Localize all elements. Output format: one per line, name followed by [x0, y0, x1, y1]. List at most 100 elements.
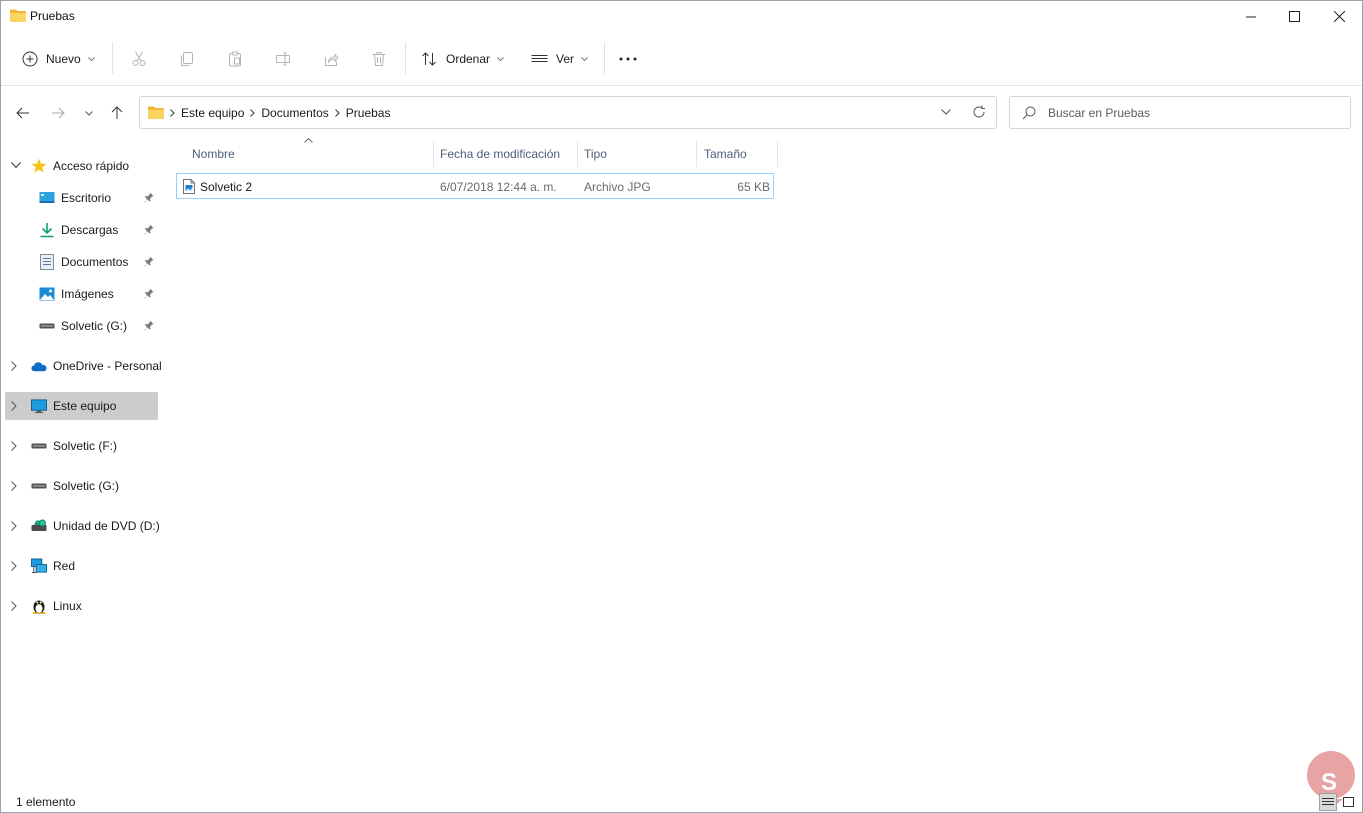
column-header-type[interactable]: Tipo: [584, 141, 692, 167]
sidebar-item-dvd[interactable]: Unidad de DVD (D:): [5, 512, 160, 540]
window-title: Pruebas: [30, 9, 75, 23]
sidebar-item-escritorio[interactable]: Escritorio: [5, 184, 158, 212]
sidebar-item-documentos[interactable]: Documentos: [5, 248, 158, 276]
sidebar-item-label: Linux: [53, 599, 82, 613]
column-divider[interactable]: [777, 141, 778, 167]
sidebar-item-solvetic-g[interactable]: Solvetic (G:): [5, 472, 158, 500]
close-button[interactable]: [1316, 1, 1362, 32]
drive-icon: [31, 478, 47, 494]
chevron-right-icon: [11, 401, 17, 411]
pin-icon: [144, 320, 154, 331]
chevron-right-icon: [170, 109, 175, 117]
pin-icon: [144, 224, 154, 235]
cloud-icon: [31, 358, 47, 374]
minimize-icon: [1246, 16, 1256, 17]
maximize-icon: [1288, 11, 1300, 22]
computer-icon: [31, 398, 47, 414]
paste-button[interactable]: [222, 47, 248, 71]
scissors-icon: [132, 51, 146, 66]
toolbar-divider: [112, 42, 113, 74]
sidebar-item-quick-access[interactable]: Acceso rápido: [5, 152, 158, 180]
sort-button[interactable]: Ordenar: [421, 45, 504, 73]
column-header-size[interactable]: Tamaño: [704, 141, 774, 167]
copy-icon: [181, 52, 193, 66]
sidebar-item-label: OneDrive - Personal: [53, 359, 162, 373]
delete-button[interactable]: [366, 47, 392, 71]
cut-button[interactable]: [126, 47, 152, 71]
share-button[interactable]: [318, 47, 344, 71]
file-date: 6/07/2018 12:44 a. m.: [440, 180, 557, 194]
back-button[interactable]: [13, 103, 33, 123]
search-icon: [1022, 106, 1036, 120]
address-history-button[interactable]: [940, 106, 952, 121]
star-icon: [31, 158, 47, 174]
new-label: Nuevo: [46, 52, 81, 66]
sidebar-item-red[interactable]: Red: [5, 552, 158, 580]
search-box[interactable]: [1009, 96, 1351, 129]
new-button[interactable]: Nuevo: [22, 45, 95, 73]
sidebar-item-descargas[interactable]: Descargas: [5, 216, 158, 244]
up-button[interactable]: [107, 103, 127, 123]
sidebar-item-label: Acceso rápido: [53, 159, 130, 173]
column-divider[interactable]: [577, 141, 578, 167]
column-divider[interactable]: [433, 141, 434, 167]
breadcrumb: Este equipo Documentos Pruebas: [170, 106, 390, 120]
clipboard-icon: [229, 51, 241, 67]
details-view-toggle[interactable]: [1319, 793, 1337, 811]
rename-button[interactable]: [270, 47, 296, 71]
arrow-up-icon: [111, 106, 123, 119]
arrow-left-icon: [16, 107, 29, 119]
minimize-button[interactable]: [1228, 1, 1274, 32]
maximize-button[interactable]: [1271, 1, 1317, 32]
sidebar-item-este-equipo[interactable]: Este equipo: [5, 392, 158, 420]
sidebar-item-label: Red: [53, 559, 76, 573]
drive-icon: [39, 318, 55, 334]
chevron-right-icon: [11, 601, 17, 611]
breadcrumb-item-pruebas[interactable]: Pruebas: [346, 106, 391, 120]
navigation-pane: Acceso rápido Escritorio Descargas Docum…: [1, 146, 166, 796]
refresh-icon: [973, 105, 985, 118]
sidebar-item-solvetic-g-pinned[interactable]: Solvetic (G:): [5, 312, 158, 340]
sidebar-item-solvetic-f[interactable]: Solvetic (F:): [5, 432, 158, 460]
file-row[interactable]: Solvetic 2 6/07/2018 12:44 a. m. Archivo…: [176, 173, 774, 199]
rename-icon: [276, 52, 290, 66]
forward-button[interactable]: [48, 103, 68, 123]
search-input[interactable]: [1048, 98, 1338, 127]
view-button[interactable]: Ver: [531, 45, 588, 73]
tiles-view-icon: [1342, 797, 1354, 807]
explorer-window: Pruebas Nuevo Ordenar Ver Este equipo Do…: [0, 0, 1363, 813]
recent-locations-button[interactable]: [79, 103, 99, 123]
pin-icon: [144, 288, 154, 299]
sidebar-item-onedrive[interactable]: OneDrive - Personal: [5, 352, 162, 380]
pictures-icon: [39, 286, 55, 302]
trash-icon: [372, 52, 386, 66]
tiles-view-toggle[interactable]: [1339, 793, 1357, 811]
close-icon: [1333, 11, 1345, 22]
chevron-down-icon: [581, 57, 588, 61]
chevron-down-icon: [87, 57, 95, 61]
column-divider[interactable]: [696, 141, 697, 167]
share-icon: [325, 53, 339, 66]
column-header-date[interactable]: Fecha de modificación: [440, 141, 574, 167]
title-bar[interactable]: Pruebas: [1, 1, 1362, 32]
copy-button[interactable]: [174, 47, 200, 71]
sidebar-item-imagenes[interactable]: Imágenes: [5, 280, 158, 308]
more-options-button[interactable]: [615, 47, 641, 71]
refresh-button[interactable]: [972, 105, 986, 122]
sidebar-item-linux[interactable]: Linux: [5, 592, 158, 620]
chevron-down-icon: [497, 57, 504, 61]
chevron-down-icon: [11, 162, 21, 169]
column-header-name[interactable]: Nombre: [192, 141, 430, 167]
navigation-bar: Este equipo Documentos Pruebas: [1, 86, 1362, 138]
breadcrumb-item-documentos[interactable]: Documentos: [261, 106, 328, 120]
more-icon: [619, 57, 637, 61]
breadcrumb-item-este-equipo[interactable]: Este equipo: [181, 106, 244, 120]
image-file-icon: [183, 179, 195, 194]
sidebar-item-label: Escritorio: [61, 191, 112, 205]
sort-icon: [422, 52, 436, 66]
address-bar[interactable]: Este equipo Documentos Pruebas: [139, 96, 997, 129]
toolbar-divider: [604, 42, 605, 74]
dvd-icon: [31, 518, 47, 534]
plus-circle-icon: [22, 51, 38, 67]
file-type: Archivo JPG: [584, 180, 651, 194]
